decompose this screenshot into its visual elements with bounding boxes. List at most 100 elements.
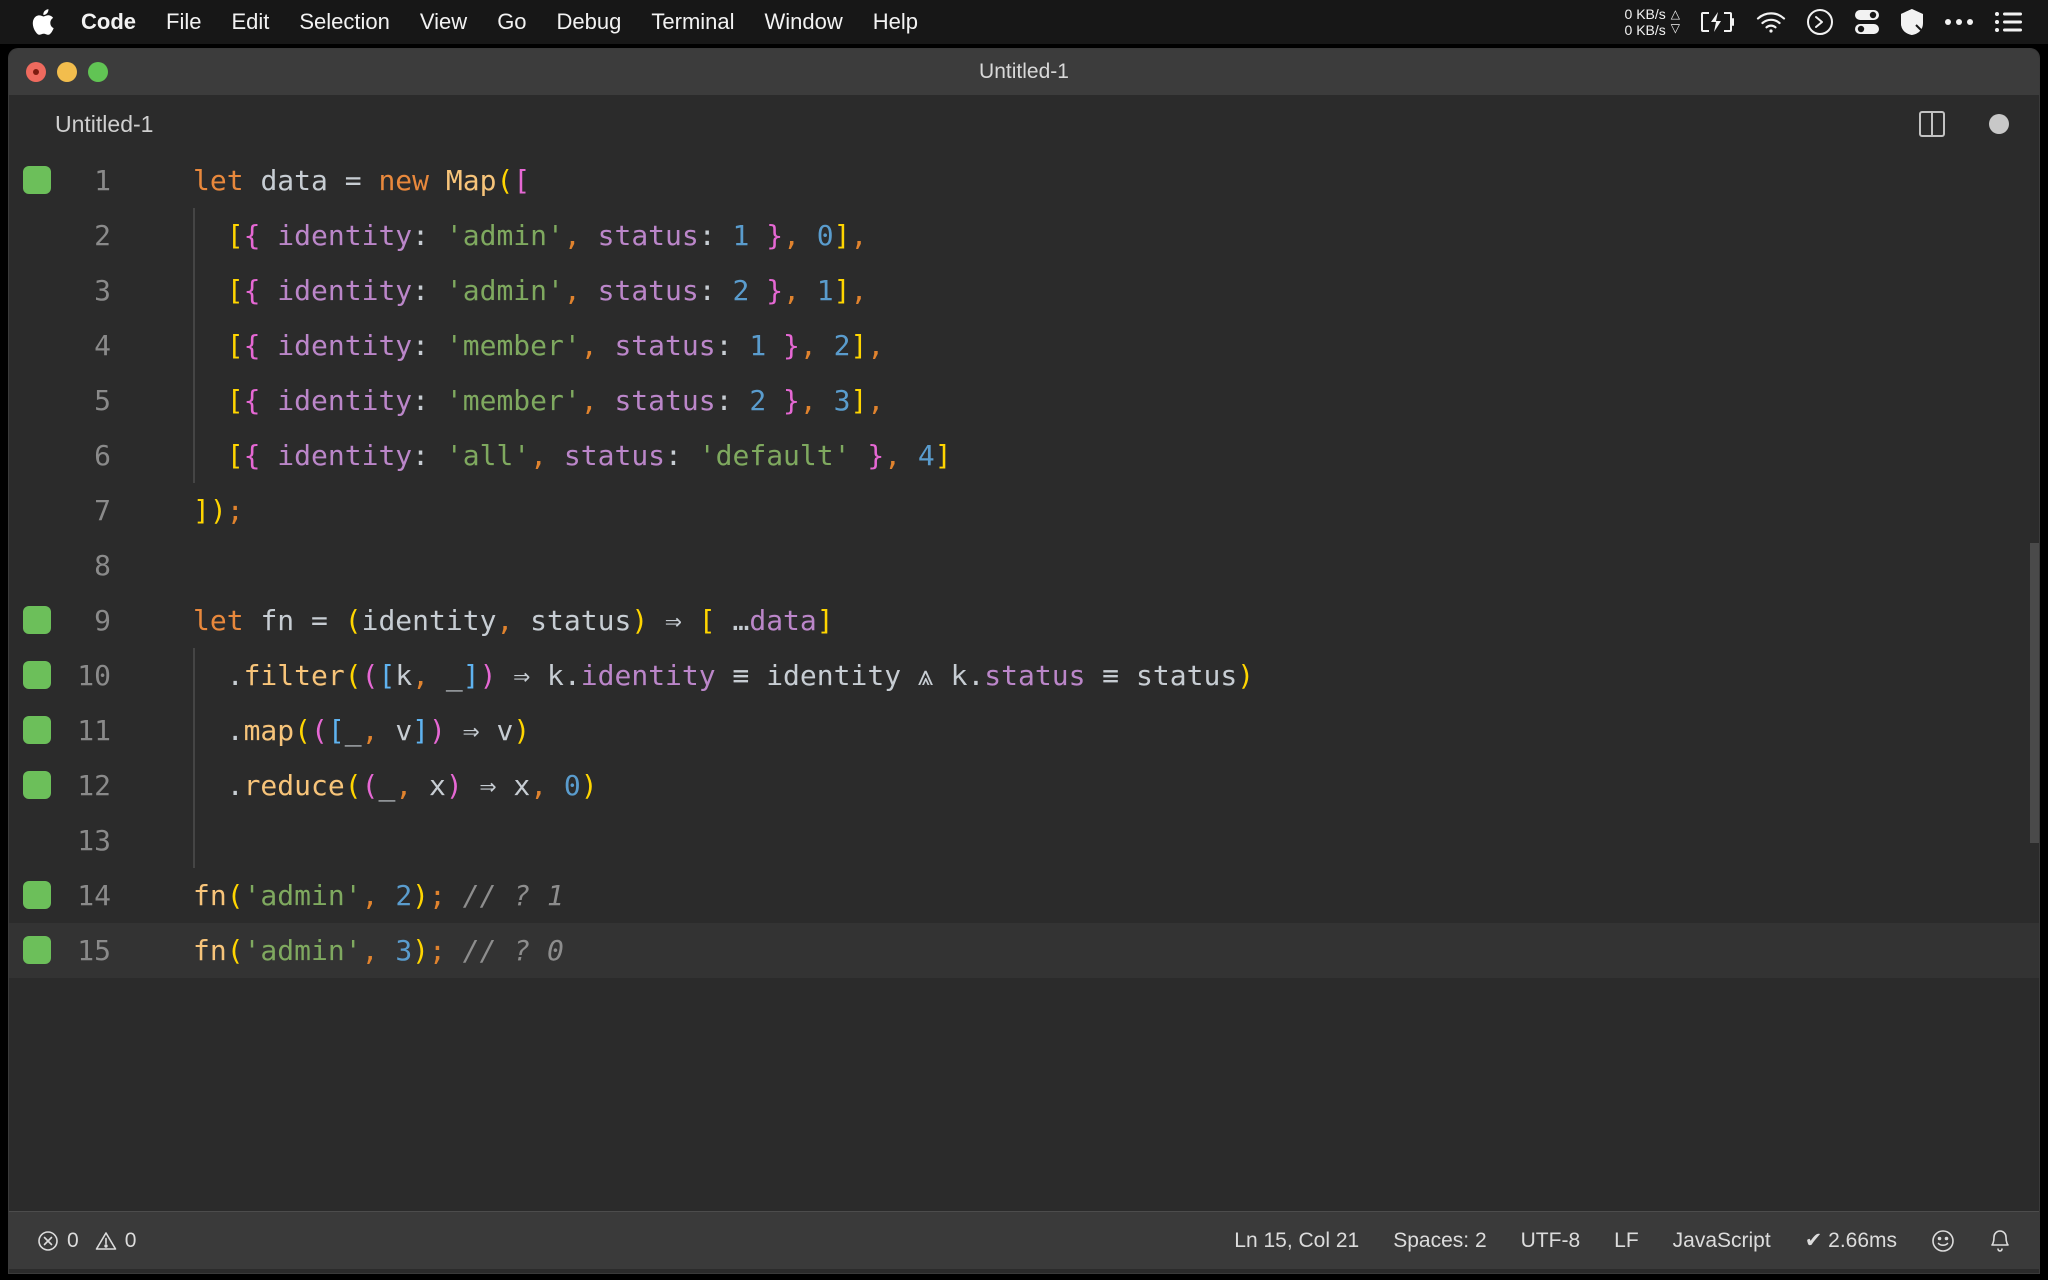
- code-text: .filter(([k, _]) ⇒ k.identity ≡ identity…: [193, 658, 1255, 692]
- menu-item-help[interactable]: Help: [858, 0, 933, 44]
- control-center-list-icon[interactable]: [1994, 0, 2022, 44]
- code-line-3[interactable]: 3 [{ identity: 'admin', status: 2 }, 1],: [9, 263, 2039, 318]
- indent-guide: [193, 813, 195, 868]
- menu-item-file[interactable]: File: [151, 0, 216, 44]
- code-text: [{ identity: 'member', status: 1 }, 2],: [226, 329, 885, 362]
- menu-bar-items: Code File Edit Selection View Go Debug Terminal…: [0, 0, 933, 44]
- macos-menu-bar: Code File Edit Selection View Go Debug Terminal…: [0, 0, 2048, 44]
- editor-scrollbar[interactable]: [2030, 543, 2039, 843]
- unsaved-changes-dot[interactable]: [1989, 114, 2009, 134]
- upload-arrow-icon: △: [1670, 7, 1680, 22]
- quokka-runtime[interactable]: ✔ 2.66ms: [1805, 1228, 1897, 1253]
- shield-icon[interactable]: [1900, 0, 1924, 44]
- terminal-circle-icon[interactable]: [1806, 0, 1834, 44]
- encoding-setting[interactable]: UTF-8: [1521, 1229, 1581, 1253]
- battery-charging-icon[interactable]: [1700, 0, 1736, 44]
- code-line-7[interactable]: 7]);: [9, 483, 2039, 538]
- vscode-window: Untitled-1 Untitled-1 1 let data = new Ma…: [9, 49, 2039, 1273]
- smiley-icon[interactable]: [1931, 1229, 1955, 1253]
- line-number: 7: [94, 494, 111, 527]
- menu-item-terminal[interactable]: Terminal: [636, 0, 749, 44]
- code-text: let data = new Map([: [193, 164, 531, 197]
- indentation-setting[interactable]: Spaces: 2: [1393, 1229, 1486, 1253]
- warning-triangle-icon: [95, 1230, 117, 1252]
- code-line-1[interactable]: 1 let data = new Map([: [9, 153, 2039, 208]
- code-text: [{ identity: 'admin', status: 1 }, 0],: [226, 219, 868, 252]
- line-number: 5: [94, 384, 111, 417]
- close-button[interactable]: [26, 62, 46, 82]
- editor-tab-strip: Untitled-1: [9, 95, 2039, 153]
- line-number: 13: [77, 824, 111, 857]
- code-line-6[interactable]: 6 [{ identity: 'all', status: 'default' …: [9, 428, 2039, 483]
- code-text: ]);: [193, 494, 244, 527]
- toggles-icon[interactable]: [1854, 0, 1880, 44]
- ellipsis-icon[interactable]: [1944, 0, 1974, 44]
- editor-actions: [1919, 111, 2039, 137]
- network-speed-indicator[interactable]: 0 KB/s 0 KB/s △ ▽: [1625, 0, 1680, 44]
- code-text: [{ identity: 'member', status: 2 }, 3],: [226, 384, 885, 417]
- code-text: .reduce((_, x) ⇒ x, 0): [193, 769, 598, 802]
- traffic-light-buttons: [26, 49, 108, 95]
- code-text: [{ identity: 'admin', status: 2 }, 1],: [226, 274, 868, 307]
- code-line-5[interactable]: 5 [{ identity: 'member', status: 2 }, 3]…: [9, 373, 2039, 428]
- wifi-icon[interactable]: [1756, 0, 1786, 44]
- indent-guide: [193, 648, 195, 703]
- code-line-9[interactable]: 9 let fn = (identity, status) ⇒ [ …data]: [9, 593, 2039, 648]
- line-number: 8: [94, 549, 111, 582]
- editor-tab-untitled-1[interactable]: Untitled-1: [9, 95, 179, 153]
- quokka-live-marker: [23, 771, 51, 799]
- error-count: 0: [67, 1228, 79, 1252]
- code-lines-container: 1 let data = new Map([2 [{ identity: 'adm…: [9, 153, 2039, 978]
- code-line-14[interactable]: 14 fn('admin', 2); // ? 1: [9, 868, 2039, 923]
- code-line-15[interactable]: 15 fn('admin', 3); // ? 0: [9, 923, 2039, 978]
- quokka-live-marker: [23, 936, 51, 964]
- code-text: [{ identity: 'all', status: 'default' },…: [226, 439, 952, 472]
- quokka-live-marker: [23, 716, 51, 744]
- status-bar-left: 0 0: [9, 1229, 136, 1253]
- zoom-button[interactable]: [88, 62, 108, 82]
- code-text: fn('admin', 2); // ? 1: [193, 879, 564, 912]
- apple-logo-icon[interactable]: [26, 0, 60, 44]
- indent-guide: [193, 428, 195, 483]
- code-text: .map(([_, v]) ⇒ v): [193, 714, 531, 747]
- split-editor-icon[interactable]: [1919, 111, 1945, 137]
- cursor-position[interactable]: Ln 15, Col 21: [1234, 1229, 1359, 1253]
- tab-label: Untitled-1: [55, 110, 154, 137]
- menu-item-selection[interactable]: Selection: [284, 0, 405, 44]
- eol-setting[interactable]: LF: [1614, 1229, 1639, 1253]
- language-mode[interactable]: JavaScript: [1673, 1229, 1771, 1253]
- menu-item-view[interactable]: View: [405, 0, 482, 44]
- code-line-11[interactable]: 11 .map(([_, v]) ⇒ v): [9, 703, 2039, 758]
- quokka-live-marker: [23, 661, 51, 689]
- menu-item-debug[interactable]: Debug: [542, 0, 637, 44]
- line-number: 6: [94, 439, 111, 472]
- menu-item-edit[interactable]: Edit: [216, 0, 284, 44]
- indent-guide: [193, 318, 195, 373]
- code-line-4[interactable]: 4 [{ identity: 'member', status: 1 }, 2]…: [9, 318, 2039, 373]
- indent-guide: [193, 758, 195, 813]
- minimize-button[interactable]: [57, 62, 77, 82]
- error-circle-icon: [37, 1230, 59, 1252]
- network-download-speed: 0 KB/s: [1624, 22, 1666, 38]
- code-line-2[interactable]: 2 [{ identity: 'admin', status: 1 }, 0],: [9, 208, 2039, 263]
- menu-item-go[interactable]: Go: [482, 0, 541, 44]
- quokka-live-marker: [23, 606, 51, 634]
- code-line-12[interactable]: 12 .reduce((_, x) ⇒ x, 0): [9, 758, 2039, 813]
- line-number: 3: [94, 274, 111, 307]
- bell-icon[interactable]: [1989, 1229, 2011, 1253]
- menu-item-code[interactable]: Code: [66, 0, 151, 44]
- indent-guide: [193, 373, 195, 428]
- code-line-13[interactable]: 13: [9, 813, 2039, 868]
- code-line-8[interactable]: 8: [9, 538, 2039, 593]
- quokka-live-marker: [23, 881, 51, 909]
- code-line-10[interactable]: 10 .filter(([k, _]) ⇒ k.identity ≡ ident…: [9, 648, 2039, 703]
- status-bar: 0 0 Ln 15, Col 21 Spaces: 2 UTF-8 LF Jav…: [9, 1211, 2039, 1269]
- problems-indicator[interactable]: 0 0: [37, 1229, 136, 1253]
- network-upload-speed: 0 KB/s: [1624, 5, 1666, 22]
- window-title: Untitled-1: [979, 60, 1069, 83]
- indent-guide: [193, 208, 195, 263]
- menu-item-window[interactable]: Window: [750, 0, 858, 44]
- download-arrow-icon: ▽: [1670, 21, 1680, 35]
- code-editor[interactable]: 1 let data = new Map([2 [{ identity: 'adm…: [9, 153, 2039, 1211]
- warning-count: 0: [124, 1228, 137, 1252]
